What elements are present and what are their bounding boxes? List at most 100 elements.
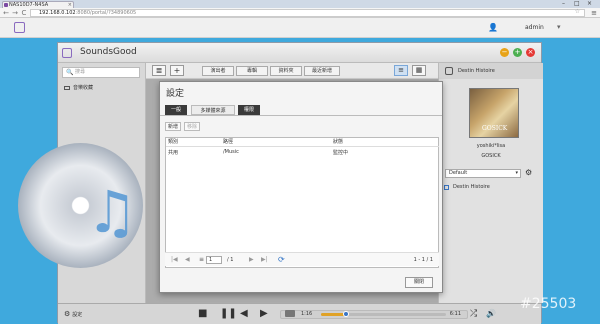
maximize-icon[interactable]: □: [574, 0, 580, 7]
address-bar: ← → C 192.168.0.102:8080/portal/?3489060…: [0, 8, 600, 18]
dialog-close-button[interactable]: 關閉: [405, 277, 433, 288]
next-page-icon[interactable]: ▶: [249, 256, 254, 263]
browser-tab[interactable]: NAS10D7-N4SA ×: [2, 1, 74, 8]
progress-knob[interactable]: [343, 311, 349, 317]
sidebar: 🔍 搜尋 音樂收藏 ♫: [18, 63, 146, 303]
grid-view-icon[interactable]: ▦: [412, 65, 426, 76]
page-icon: ≡: [199, 256, 205, 263]
track-icon: [444, 185, 449, 190]
tab-artist[interactable]: 演出者: [202, 66, 234, 76]
album-art-text: GOSICK: [482, 125, 508, 132]
playlist-settings-icon[interactable]: ⚙: [525, 168, 532, 177]
minimize-button[interactable]: −: [500, 48, 509, 57]
settings-dialog: 設定 一般 多媒體來源 權限 新增 移除 類別 路徑 狀態 共用 /Music …: [159, 81, 443, 293]
library-icon: [64, 85, 70, 90]
pagination: |◀ ◀ ≡ 1 / 1 ▶ ▶| ⟳ 1 - 1 / 1: [165, 252, 439, 266]
star-icon[interactable]: ☆: [575, 9, 580, 15]
time-current: 1:16: [301, 311, 313, 317]
window-close-icon[interactable]: ×: [587, 0, 592, 7]
username[interactable]: admin: [525, 24, 544, 31]
time-total: 6:11: [449, 311, 461, 317]
favicon-icon: [4, 3, 8, 7]
minimize-icon[interactable]: –: [562, 0, 565, 7]
progress-bar[interactable]: [321, 311, 446, 317]
nas-top-bar: 👤 admin ▾: [0, 18, 600, 38]
search-input[interactable]: 🔍 搜尋: [62, 67, 140, 78]
stop-icon[interactable]: ■: [198, 308, 207, 320]
dialog-tabs: 一般 多媒體來源 權限: [160, 104, 442, 116]
app-logo-icon: [62, 48, 72, 58]
page-input[interactable]: 1: [206, 256, 222, 264]
cell-type: 共用: [168, 150, 179, 156]
tab-folder[interactable]: 資料夾: [270, 66, 302, 76]
album-name: GOSICK: [481, 153, 501, 159]
app-title: SoundsGood: [80, 47, 137, 57]
browser-tab-strip: NAS10D7-N4SA × – □ ×: [0, 0, 600, 8]
add-source-button[interactable]: 新增: [165, 122, 181, 131]
source-table: 類別 路徑 狀態 共用 /Music 監控中: [165, 137, 439, 268]
list-button[interactable]: ≣: [152, 65, 166, 76]
menu-icon[interactable]: ≡: [591, 9, 597, 17]
tab-album[interactable]: 專輯: [236, 66, 268, 76]
prev-page-icon[interactable]: ◀: [185, 256, 190, 263]
playlist-select[interactable]: Default ▾: [445, 169, 521, 178]
music-file-icon: [445, 67, 453, 75]
column-header-status[interactable]: 狀態: [331, 138, 439, 147]
search-placeholder: 搜尋: [75, 69, 86, 75]
now-playing-header: Destin Histoire: [439, 63, 543, 79]
album-art: GOSICK: [469, 88, 519, 138]
first-page-icon[interactable]: |◀: [171, 256, 178, 263]
progress-area: 1:16 6:11: [280, 310, 468, 319]
playlist-select-value: Default: [449, 170, 468, 176]
chevron-down-icon[interactable]: ▾: [557, 23, 561, 31]
row-count: 1 - 1 / 1: [413, 257, 433, 263]
pause-icon[interactable]: ❚❚: [220, 308, 237, 320]
close-button[interactable]: ×: [526, 48, 535, 57]
cell-status: 監控中: [333, 150, 349, 156]
settings-button[interactable]: ⚙ 設定: [64, 310, 82, 318]
page-total: / 1: [227, 257, 234, 263]
add-button[interactable]: +: [170, 65, 184, 76]
player-bar: ⚙ 設定 ■ ❚❚ ◀ ▶ 1:16 6:11 ⤮ 🔊: [58, 303, 541, 324]
tab-media-sources[interactable]: 多媒體來源: [191, 105, 235, 115]
reload-icon[interactable]: C: [20, 9, 28, 17]
search-icon: 🔍: [66, 69, 74, 76]
app-titlebar: SoundsGood − + ×: [58, 43, 541, 63]
url-input[interactable]: 192.168.0.102:8080/portal/?34890605 ☆: [30, 9, 585, 17]
remove-source-button[interactable]: 移除: [184, 122, 200, 131]
chevron-down-icon: ▾: [515, 170, 518, 176]
dialog-title: 設定: [166, 89, 185, 99]
soundsgood-window: SoundsGood − + × 🔍 搜尋 音樂收藏 ♫ ≣ + 演出者 專輯 …: [18, 42, 543, 324]
now-playing-panel: Destin Histoire GOSICK yoshiki*lisa GOSI…: [438, 63, 543, 303]
next-icon[interactable]: ▶: [260, 308, 268, 320]
playlist-item[interactable]: Destin Histoire: [441, 183, 542, 192]
user-icon[interactable]: 👤: [488, 23, 498, 32]
maximize-button[interactable]: +: [513, 48, 522, 57]
volume-icon[interactable]: 🔊: [486, 308, 496, 320]
tab-permissions[interactable]: 權限: [238, 105, 260, 115]
watermark: #25503: [520, 296, 577, 312]
list-view-icon[interactable]: ≡: [394, 65, 408, 76]
cell-path: /Music: [223, 149, 239, 155]
track-info-icon: [285, 310, 295, 317]
playlist-item-label: Destin Histoire: [453, 184, 490, 190]
music-note-icon: ♫: [86, 178, 138, 246]
back-icon[interactable]: ←: [2, 9, 10, 17]
forward-icon[interactable]: →: [11, 9, 19, 17]
shuffle-icon[interactable]: ⤮: [470, 308, 477, 320]
toolbar: ≣ + 演出者 專輯 資料夾 最近新增 ≡ ▦: [146, 63, 452, 79]
nas-logo-icon[interactable]: [14, 22, 25, 33]
tab-general[interactable]: 一般: [165, 105, 187, 115]
column-header-type[interactable]: 類別: [166, 138, 221, 147]
settings-label: 設定: [72, 312, 83, 318]
sidebar-item-music-collection[interactable]: 音樂收藏: [64, 84, 93, 91]
now-playing-title: Destin Histoire: [458, 68, 495, 74]
last-page-icon[interactable]: ▶|: [261, 256, 268, 263]
column-header-path[interactable]: 路徑: [221, 138, 331, 147]
tab-recently-added[interactable]: 最近新增: [304, 66, 340, 76]
sidebar-item-label: 音樂收藏: [73, 85, 94, 91]
gear-icon: ⚙: [64, 310, 71, 318]
url-host: 192.168.0.102: [39, 10, 76, 16]
previous-icon[interactable]: ◀: [240, 308, 248, 320]
refresh-icon[interactable]: ⟳: [278, 255, 285, 264]
